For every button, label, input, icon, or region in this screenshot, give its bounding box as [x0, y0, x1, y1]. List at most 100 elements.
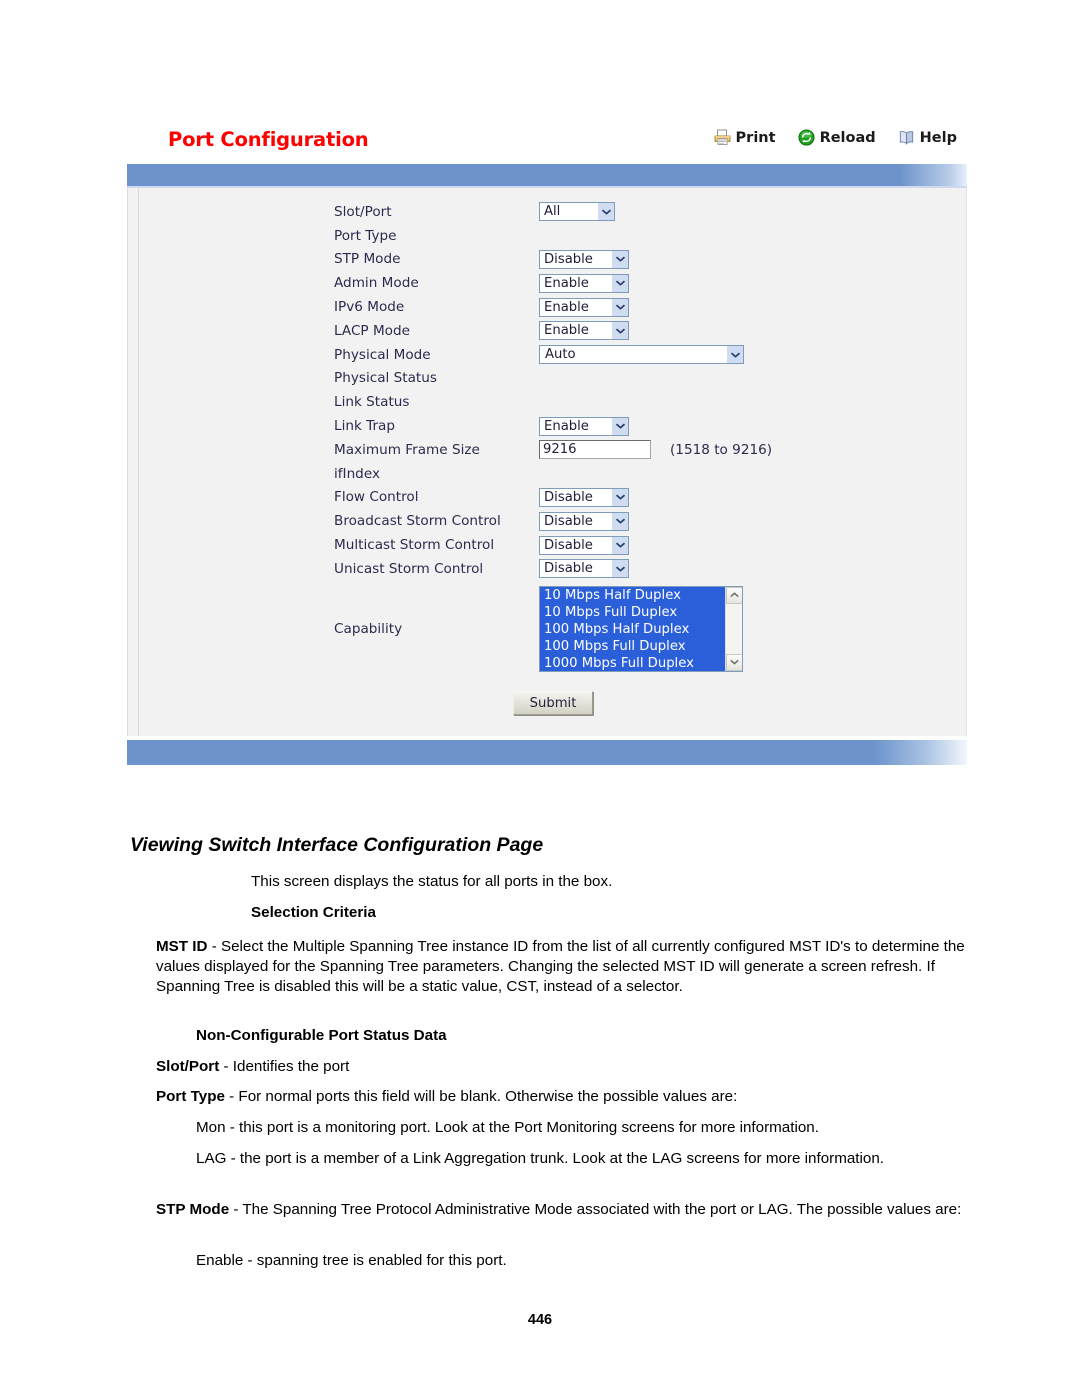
label-capability: Capability: [334, 620, 403, 637]
list-item[interactable]: 100 Mbps Half Duplex: [540, 620, 742, 638]
reload-label: Reload: [819, 129, 876, 146]
mst-id-body: - Select the Multiple Spanning Tree inst…: [156, 938, 965, 995]
chevron-down-icon: [611, 322, 628, 340]
label-multicast-storm-control: Multicast Storm Control: [334, 537, 495, 554]
label-link-status: Link Status: [334, 394, 410, 411]
form-row-port-type: Port Type: [334, 224, 954, 248]
link-trap-value: Enable: [544, 418, 589, 434]
flow-control-value: Disable: [544, 489, 593, 505]
list-item[interactable]: 1000 Mbps Full Duplex: [540, 654, 742, 671]
page-number: 446: [527, 1312, 553, 1328]
chevron-down-icon: [611, 488, 628, 506]
label-broadcast-storm-control: Broadcast Storm Control: [334, 513, 501, 530]
ui-action-bar: Print Reload Help: [714, 129, 957, 146]
lacp-mode-value: Enable: [544, 323, 589, 339]
link-trap-select[interactable]: Enable: [539, 416, 629, 436]
capability-listbox[interactable]: 10 Mbps Half Duplex 10 Mbps Full Duplex …: [539, 585, 743, 672]
label-unicast-storm-control: Unicast Storm Control: [334, 560, 484, 577]
lacp-mode-select[interactable]: Enable: [539, 321, 629, 341]
printer-icon: [714, 129, 731, 146]
stp-mode-value: Disable: [544, 251, 593, 267]
form-row-capability: Capability 10 Mbps Half Duplex 10 Mbps F…: [334, 583, 954, 675]
ui-body-inner: Slot/Port All Port Type STP Mode Disable…: [138, 188, 966, 736]
label-flow-control: Flow Control: [334, 489, 419, 506]
port-type-body: - For normal ports this field will be bl…: [224, 1088, 738, 1105]
form-row-link-status: Link Status: [334, 390, 954, 414]
chevron-down-icon: [611, 274, 628, 292]
chevron-down-icon: [611, 417, 628, 435]
list-item[interactable]: 10 Mbps Full Duplex: [540, 603, 742, 621]
broadcast-storm-control-select[interactable]: Disable: [539, 511, 629, 531]
form-row-slot-port: Slot/Port All: [334, 200, 954, 224]
unicast-storm-control-select[interactable]: Disable: [539, 559, 629, 579]
chevron-down-icon: [611, 536, 628, 554]
chevron-down-icon: [726, 346, 743, 364]
form-row-maximum-frame-size: Maximum Frame Size 9216 (1518 to 9216): [334, 438, 954, 462]
stp-mode-body: - The Spanning Tree Protocol Administrat…: [229, 1201, 962, 1218]
slot-port-paragraph: Slot/Port - Identifies the port: [156, 1057, 967, 1077]
maximum-frame-size-hint: (1518 to 9216): [670, 441, 773, 458]
maximum-frame-size-input[interactable]: 9216: [539, 440, 651, 460]
slot-port-select[interactable]: All: [539, 202, 615, 222]
form-row-ipv6-mode: IPv6 Mode Enable: [334, 295, 954, 319]
section-heading: Viewing Switch Interface Configuration P…: [130, 834, 544, 856]
form-row-unicast-storm-control: Unicast Storm Control Disable: [334, 557, 954, 581]
chevron-down-icon: [611, 560, 628, 578]
lag-paragraph: LAG - the port is a member of a Link Agg…: [196, 1150, 884, 1167]
help-label: Help: [919, 129, 957, 146]
form-row-multicast-storm-control: Multicast Storm Control Disable: [334, 533, 954, 557]
label-lacp-mode: LACP Mode: [334, 322, 410, 339]
nonconfig-heading: Non-Configurable Port Status Data: [196, 1027, 447, 1044]
slot-port-body: - Identifies the port: [219, 1058, 350, 1075]
flow-control-select[interactable]: Disable: [539, 487, 629, 507]
form-row-physical-mode: Physical Mode Auto: [334, 343, 954, 367]
help-button[interactable]: Help: [898, 129, 957, 146]
list-item[interactable]: 10 Mbps Half Duplex: [540, 586, 742, 604]
label-link-trap: Link Trap: [334, 418, 396, 435]
chevron-down-icon: [597, 203, 614, 221]
slot-port-value: All: [544, 204, 561, 220]
selection-criteria-heading: Selection Criteria: [251, 904, 376, 921]
form-row-flow-control: Flow Control Disable: [334, 486, 954, 510]
reload-icon: [798, 129, 815, 146]
ipv6-mode-value: Enable: [544, 299, 589, 315]
submit-button[interactable]: Submit: [513, 691, 593, 715]
ipv6-mode-select[interactable]: Enable: [539, 297, 629, 317]
unicast-storm-control-value: Disable: [544, 561, 593, 577]
stp-mode-select[interactable]: Disable: [539, 249, 629, 269]
multicast-storm-control-select[interactable]: Disable: [539, 535, 629, 555]
scroll-down-icon[interactable]: [726, 653, 742, 671]
document-page: Port Configuration Print Reload Help Slo…: [0, 0, 1080, 1397]
label-physical-mode: Physical Mode: [334, 346, 431, 363]
mst-id-paragraph: MST ID - Select the Multiple Spanning Tr…: [156, 937, 967, 997]
admin-mode-value: Enable: [544, 275, 589, 291]
mon-paragraph: Mon - this port is a monitoring port. Lo…: [196, 1119, 819, 1136]
form-row-ifindex: ifIndex: [334, 462, 954, 486]
label-admin-mode: Admin Mode: [334, 275, 419, 292]
page-title: Port Configuration: [168, 128, 369, 151]
admin-mode-select[interactable]: Enable: [539, 273, 629, 293]
port-config-form: Slot/Port All Port Type STP Mode Disable…: [334, 200, 954, 675]
label-slot-port: Slot/Port: [334, 203, 392, 220]
header-blue-bar: [127, 164, 967, 188]
print-button[interactable]: Print: [714, 129, 776, 146]
label-ifindex: ifIndex: [334, 465, 380, 482]
port-type-paragraph: Port Type - For normal ports this field …: [156, 1087, 967, 1107]
list-item[interactable]: 100 Mbps Full Duplex: [540, 637, 742, 655]
form-row-link-trap: Link Trap Enable: [334, 414, 954, 438]
physical-mode-select[interactable]: Auto: [539, 345, 744, 365]
label-ipv6-mode: IPv6 Mode: [334, 299, 405, 316]
help-book-icon: [898, 129, 915, 146]
enable-paragraph: Enable - spanning tree is enabled for th…: [196, 1252, 507, 1269]
form-row-broadcast-storm-control: Broadcast Storm Control Disable: [334, 509, 954, 533]
scroll-up-icon[interactable]: [726, 586, 742, 604]
port-configuration-screenshot: Port Configuration Print Reload Help Slo…: [127, 123, 967, 765]
slot-port-term: Slot/Port: [156, 1058, 220, 1075]
physical-mode-value: Auto: [545, 347, 576, 363]
capability-scrollbar[interactable]: [725, 586, 742, 671]
chevron-down-icon: [611, 250, 628, 268]
broadcast-storm-control-value: Disable: [544, 513, 593, 529]
port-type-term: Port Type: [156, 1088, 225, 1105]
submit-row: Submit: [513, 691, 593, 715]
reload-button[interactable]: Reload: [798, 129, 876, 146]
